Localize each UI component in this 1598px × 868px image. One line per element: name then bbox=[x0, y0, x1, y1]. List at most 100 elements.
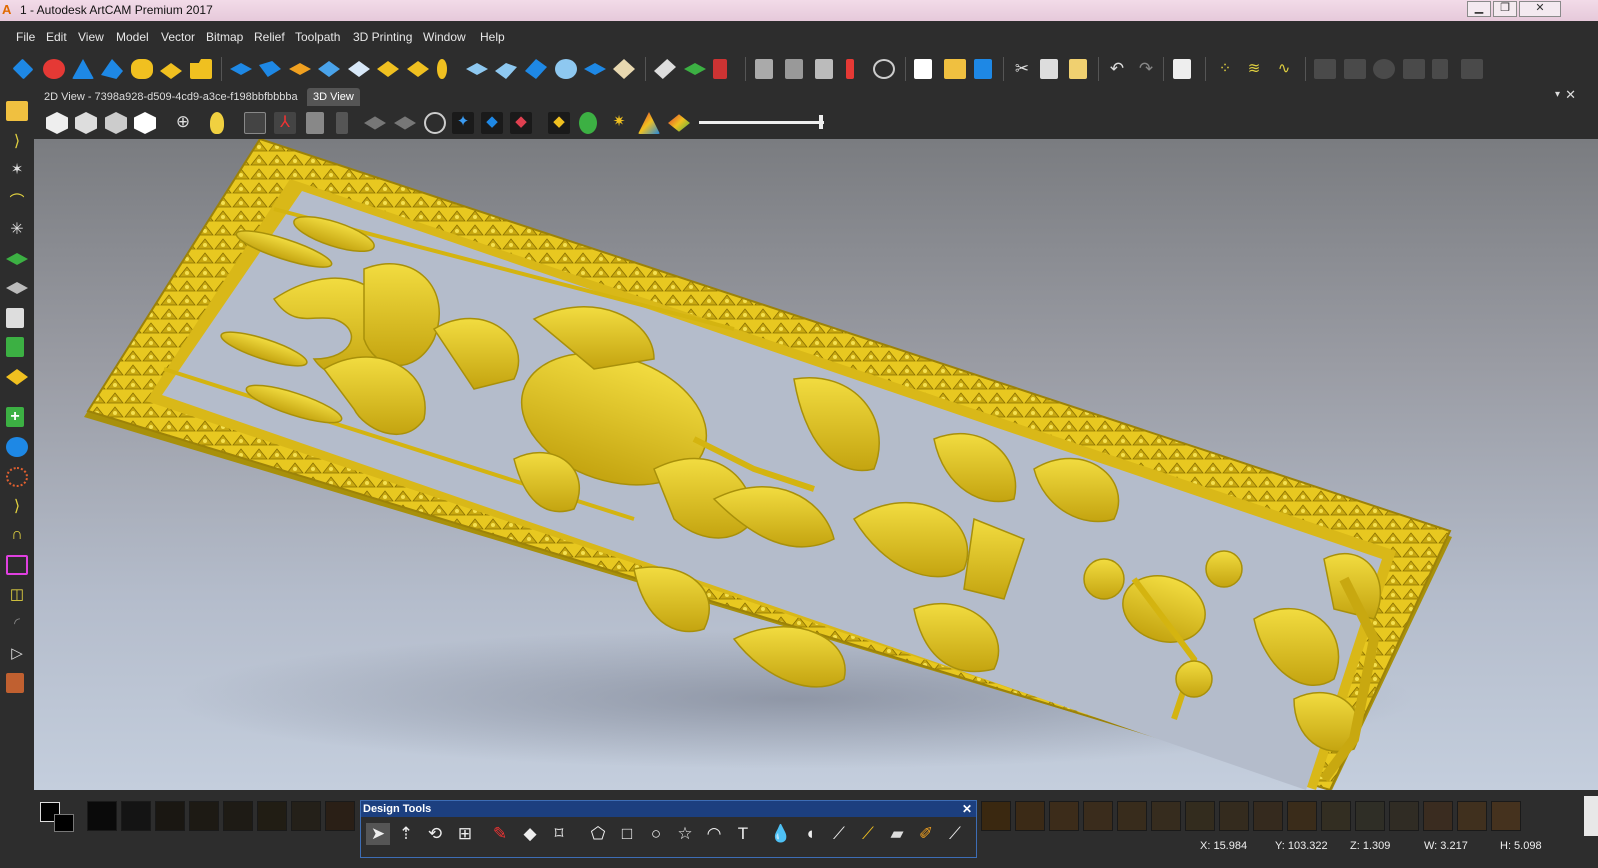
texture-icon[interactable] bbox=[6, 673, 24, 693]
layer-green-icon[interactable] bbox=[684, 63, 706, 75]
save-icon[interactable] bbox=[974, 59, 992, 79]
menu-file[interactable]: File bbox=[16, 30, 35, 44]
select-arrow-icon[interactable]: ➤ bbox=[366, 823, 390, 845]
colour-swatch[interactable] bbox=[1423, 801, 1453, 831]
polygon-lasso-icon[interactable]: ⬠ bbox=[586, 823, 610, 845]
colour-swatch[interactable] bbox=[223, 801, 253, 831]
units-icon[interactable] bbox=[873, 59, 895, 79]
fine-brush-icon[interactable]: ⟋ bbox=[943, 823, 967, 845]
toolpath-sheet-icon[interactable] bbox=[584, 63, 606, 75]
colour-swatch[interactable] bbox=[1151, 801, 1181, 831]
dotted-circle-icon[interactable] bbox=[6, 467, 28, 487]
shapes-icon[interactable]: ◫ bbox=[6, 585, 28, 605]
droplet-icon[interactable]: 💧 bbox=[769, 823, 793, 845]
toolpath-stack-icon[interactable] bbox=[613, 59, 635, 79]
pen-icon[interactable]: ⟋ bbox=[856, 823, 880, 845]
stack-icon[interactable] bbox=[6, 282, 28, 294]
background-colour-swatch[interactable] bbox=[54, 814, 74, 832]
undo-icon[interactable]: ↶ bbox=[1106, 59, 1128, 79]
arc-icon[interactable]: ◜ bbox=[6, 614, 28, 634]
copy-icon[interactable] bbox=[1040, 59, 1058, 79]
tab-2d-view[interactable]: 2D View - 7398a928-d509-4cd9-a3ce-f198bb… bbox=[38, 88, 304, 106]
relief-red-icon[interactable]: ◆ bbox=[510, 112, 532, 134]
menu-help[interactable]: Help bbox=[480, 30, 505, 44]
colour-swatch[interactable] bbox=[1491, 801, 1521, 831]
extrude-icon[interactable] bbox=[72, 59, 94, 79]
node-select-icon[interactable]: ⇡ bbox=[394, 823, 418, 845]
colour-swatch[interactable] bbox=[1253, 801, 1283, 831]
relief-spin-icon[interactable] bbox=[43, 59, 65, 79]
colour-swatch[interactable] bbox=[257, 801, 287, 831]
dimension-icon[interactable] bbox=[755, 59, 773, 79]
rotate-view-icon[interactable] bbox=[424, 112, 446, 134]
relief-icon[interactable] bbox=[6, 369, 28, 385]
axis-icon[interactable]: ⅄ bbox=[274, 112, 296, 134]
eraser-icon[interactable] bbox=[654, 59, 676, 79]
green-layer-icon[interactable] bbox=[6, 253, 28, 265]
mirror-icon[interactable] bbox=[785, 59, 803, 79]
menu-toolpath[interactable]: Toolpath bbox=[295, 30, 340, 44]
relief-layer-icon[interactable] bbox=[131, 59, 153, 79]
tab-3d-view[interactable]: 3D View bbox=[307, 88, 360, 106]
close-button[interactable]: ✕ bbox=[1519, 1, 1561, 17]
colour-swatch[interactable] bbox=[1015, 801, 1045, 831]
cut-icon[interactable]: ✂ bbox=[1011, 59, 1033, 79]
colour-shade-icon[interactable] bbox=[638, 112, 660, 134]
view-iso-icon[interactable] bbox=[46, 112, 68, 134]
zoom-slider-thumb[interactable] bbox=[819, 115, 823, 129]
colour-swatch[interactable] bbox=[1355, 801, 1385, 831]
3d-viewport[interactable] bbox=[34, 139, 1598, 790]
menu-bitmap[interactable]: Bitmap bbox=[206, 30, 243, 44]
colour-swatch[interactable] bbox=[325, 801, 355, 831]
menu-edit[interactable]: Edit bbox=[46, 30, 67, 44]
colour-swatch[interactable] bbox=[1083, 801, 1113, 831]
star-burst-icon[interactable]: ✳ bbox=[6, 219, 28, 239]
relief-blue-icon[interactable]: ◆ bbox=[481, 112, 503, 134]
bucket-icon[interactable]: ⌑ bbox=[547, 823, 571, 845]
colour-swatch[interactable] bbox=[291, 801, 321, 831]
view-side-icon[interactable] bbox=[105, 112, 127, 134]
colour-swatch[interactable] bbox=[87, 801, 117, 831]
view-front-icon[interactable] bbox=[75, 112, 97, 134]
colour-swatch[interactable] bbox=[155, 801, 185, 831]
toolpath-save-icon[interactable] bbox=[525, 59, 547, 79]
chevron-down-icon[interactable]: ▾ bbox=[1555, 89, 1560, 100]
relief-gold-icon[interactable]: ◆ bbox=[548, 112, 570, 134]
erase-brush-icon[interactable]: ▰ bbox=[885, 823, 909, 845]
colour-swatch[interactable] bbox=[189, 801, 219, 831]
view-top-icon[interactable] bbox=[134, 112, 156, 134]
redo-icon[interactable]: ↷ bbox=[1135, 59, 1157, 79]
transform-icon[interactable]: ⟲ bbox=[423, 823, 447, 845]
offset-icon[interactable]: ⟩ bbox=[6, 496, 28, 516]
curve-icon[interactable]: ∿ bbox=[1273, 59, 1295, 79]
toolpath-machine-icon[interactable] bbox=[289, 63, 311, 75]
lightbulb-icon[interactable] bbox=[210, 112, 224, 134]
simulate-icon[interactable] bbox=[466, 63, 488, 75]
magnet-icon[interactable]: ∩ bbox=[6, 526, 28, 546]
text-icon[interactable]: T bbox=[731, 823, 755, 845]
eraser-tool-icon[interactable]: ◆ bbox=[518, 823, 542, 845]
grid-icon[interactable] bbox=[815, 59, 833, 79]
relief-flat-blue-icon[interactable]: ✦ bbox=[452, 112, 474, 134]
curve-tool-icon[interactable]: ⌒ bbox=[6, 190, 28, 210]
toolpath-area-icon[interactable] bbox=[259, 61, 281, 77]
menu-model[interactable]: Model bbox=[116, 30, 149, 44]
toolpath-layers-icon[interactable] bbox=[348, 61, 370, 77]
minimize-button[interactable]: ▁ bbox=[1467, 1, 1491, 17]
relief-add-icon[interactable] bbox=[160, 63, 182, 79]
menu-view[interactable]: View bbox=[78, 30, 104, 44]
toolpath-engrave-icon[interactable] bbox=[407, 61, 429, 77]
light-source-icon[interactable]: ✷ bbox=[608, 112, 630, 134]
vector-icon[interactable]: ⟩ bbox=[6, 131, 28, 151]
add-icon[interactable]: + bbox=[6, 407, 24, 427]
polygon-outline-icon[interactable]: ▷ bbox=[6, 644, 28, 664]
rectangle-icon[interactable]: □ bbox=[615, 823, 639, 845]
colour-swatch[interactable] bbox=[981, 801, 1011, 831]
properties-icon[interactable] bbox=[1173, 59, 1191, 79]
new-file-icon[interactable] bbox=[914, 59, 932, 79]
colour-swatch[interactable] bbox=[1457, 801, 1487, 831]
toolpath-globe-icon[interactable] bbox=[555, 59, 577, 79]
menu-window[interactable]: Window bbox=[423, 30, 466, 44]
node-edit-icon[interactable]: ⁘ bbox=[1214, 59, 1236, 79]
colour-swatch[interactable] bbox=[1287, 801, 1317, 831]
